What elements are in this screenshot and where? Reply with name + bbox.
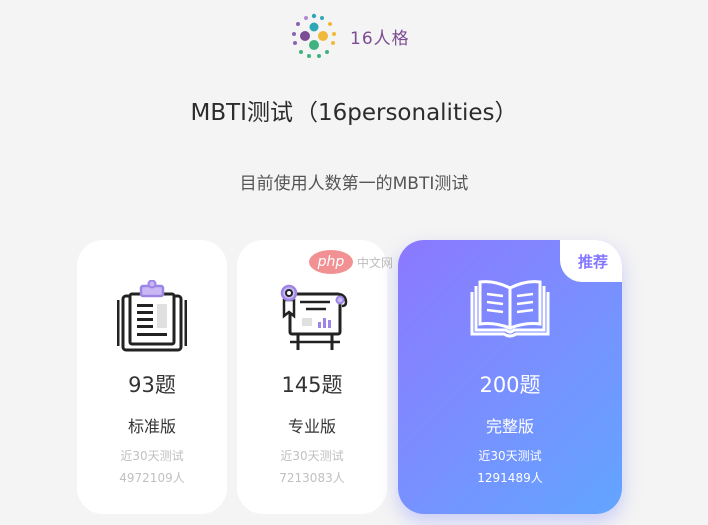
stat-label: 近30天测试 bbox=[478, 449, 542, 463]
test-card-complete[interactable]: 推荐 200题 完整版 近30天测试 1291489人 bbox=[398, 240, 622, 514]
edition-label: 标准版 bbox=[127, 417, 176, 436]
test-card-standard[interactable]: 93题 标准版 近30天测试 4972109人 bbox=[77, 240, 227, 514]
watermark-text: 中文网 bbox=[357, 255, 394, 270]
stat-label: 近30天测试 bbox=[280, 449, 344, 463]
clipboard-icon bbox=[117, 280, 187, 352]
title-main: MBTI测试 bbox=[190, 100, 293, 126]
stat-value: 7213083人 bbox=[279, 471, 345, 485]
page-subtitle: 目前使用人数第一的MBTI测试 bbox=[239, 174, 469, 194]
certificate-icon bbox=[280, 284, 348, 350]
open-book-icon bbox=[470, 280, 550, 338]
stat-label: 近30天测试 bbox=[120, 449, 184, 463]
brand-name: 16人格 bbox=[350, 28, 410, 49]
edition-label: 完整版 bbox=[485, 417, 534, 436]
question-count: 200题 bbox=[479, 373, 541, 397]
recommended-badge: 推荐 bbox=[560, 240, 622, 282]
stat-value: 4972109人 bbox=[119, 471, 185, 485]
watermark: php 中文网 bbox=[309, 250, 393, 274]
test-card-professional[interactable]: 145题 专业版 近30天测试 7213083人 bbox=[237, 240, 387, 514]
question-count: 93题 bbox=[128, 373, 176, 397]
brand-logo[interactable]: 16人格 bbox=[290, 12, 410, 60]
dots-logo-icon bbox=[292, 13, 336, 58]
page: 16人格 MBTI测试（16personalities） 目前使用人数第一的MB… bbox=[0, 0, 708, 525]
page-title: MBTI测试（16personalities） bbox=[0, 93, 708, 127]
title-paren: （16personalities） bbox=[294, 100, 518, 126]
watermark-logo: php bbox=[309, 250, 353, 274]
edition-label: 专业版 bbox=[287, 417, 336, 436]
stat-value: 1291489人 bbox=[477, 471, 543, 485]
question-count: 145题 bbox=[281, 373, 343, 397]
